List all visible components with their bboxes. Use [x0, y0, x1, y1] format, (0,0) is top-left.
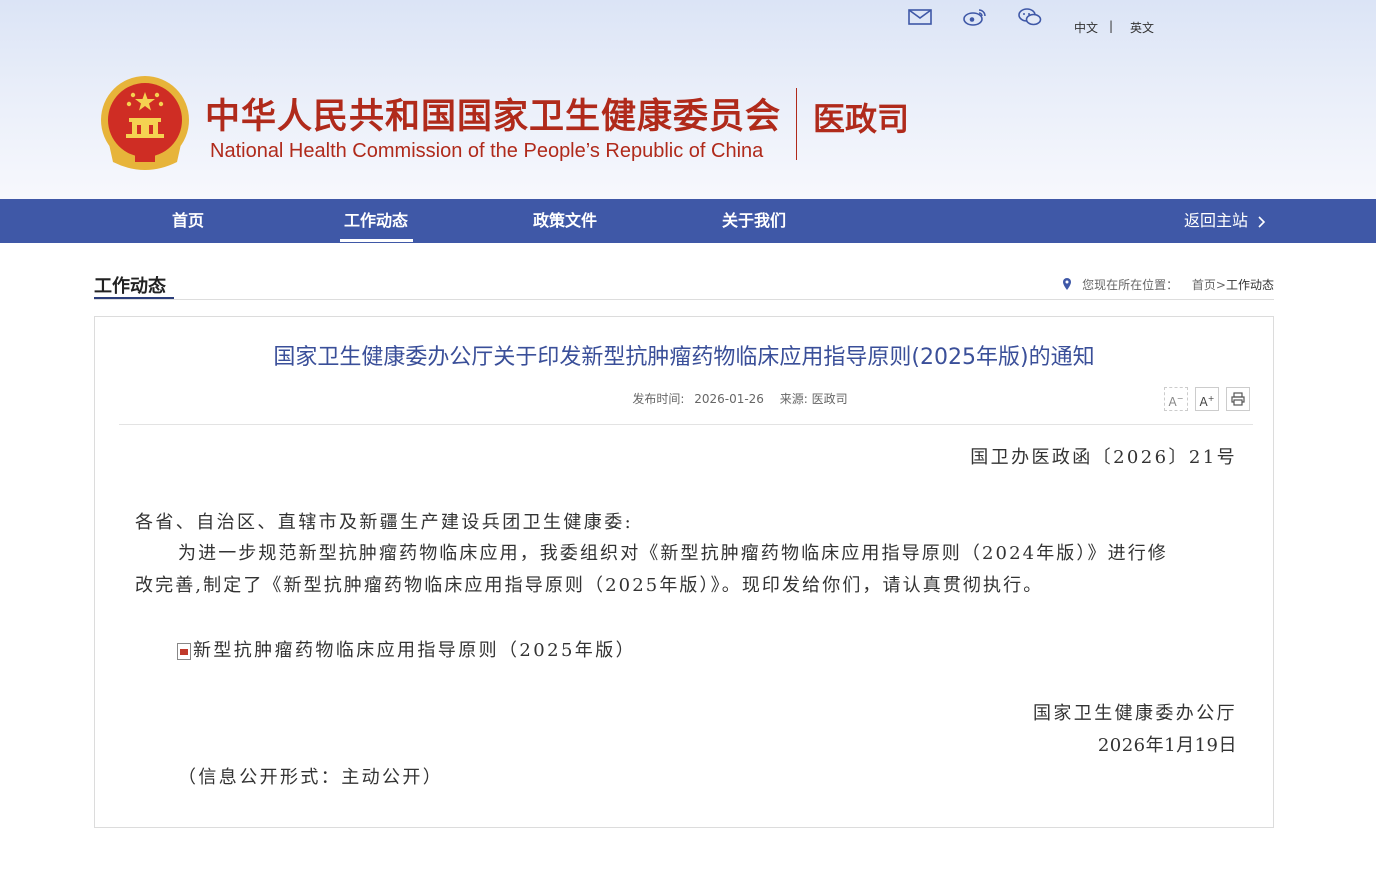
mail-icon[interactable]: [908, 8, 932, 30]
print-icon[interactable]: [1226, 387, 1250, 411]
lang-english-link[interactable]: 英文: [1130, 19, 1154, 36]
publish-date: 2026-01-26: [694, 392, 764, 406]
national-emblem-icon[interactable]: [99, 74, 191, 174]
attachment-link[interactable]: 新型抗肿瘤药物临床应用指导原则（2025年版）: [177, 636, 636, 662]
top-links: 中文 | 英文: [0, 8, 1376, 35]
nav-item-work-news[interactable]: 工作动态: [328, 199, 424, 243]
main-nav: 首页 工作动态 政策文件 关于我们 返回主站: [0, 199, 1376, 243]
document-number: 国卫办医政函〔2026〕21号: [970, 447, 1237, 468]
department-name: 医政司: [813, 100, 910, 138]
pdf-file-icon: [177, 642, 191, 660]
body-paragraph-line-2: 改完善,制定了《新型抗肿瘤药物临床应用指导原则（2025年版）》。现印发给你们，…: [135, 575, 1044, 596]
signing-date: 2026年1月19日: [1097, 735, 1237, 756]
breadcrumb-prefix: 您现在所在位置：: [1082, 278, 1179, 292]
site-title-english: National Health Commission of the People…: [210, 140, 764, 162]
source-value: 医政司: [811, 392, 848, 406]
signing-office: 国家卫生健康委办公厅: [1033, 703, 1237, 724]
breadcrumb: 您现在所在位置： 首页>工作动态: [1062, 276, 1274, 293]
disclosure-form: （信息公开形式：主动公开）: [178, 767, 444, 788]
back-to-main-site-link[interactable]: 返回主站: [1184, 199, 1267, 243]
section-header: 工作动态 您现在所在位置： 首页>工作动态: [94, 268, 1274, 300]
site-title-chinese: 中华人民共和国国家卫生健康委员会: [205, 97, 782, 137]
title-divider: [119, 424, 1253, 425]
font-decrease-icon[interactable]: A−: [1164, 387, 1188, 411]
source-label: 来源:: [779, 392, 808, 406]
font-increase-icon[interactable]: A+: [1195, 387, 1219, 411]
breadcrumb-current[interactable]: 工作动态: [1226, 278, 1274, 292]
breadcrumb-home-link[interactable]: 首页: [1192, 278, 1216, 292]
nav-item-home[interactable]: 首页: [140, 199, 236, 243]
article-card: 国家卫生健康委办公厅关于印发新型抗肿瘤药物临床应用指导原则(2025年版)的通知…: [94, 316, 1274, 828]
wechat-icon[interactable]: [1018, 8, 1042, 30]
chevron-right-icon: [1258, 215, 1266, 228]
nav-item-about-us[interactable]: 关于我们: [706, 199, 802, 243]
publish-time-label: 发布时间:: [632, 392, 685, 406]
attachment-label: 新型抗肿瘤药物临床应用指导原则（2025年版）: [193, 640, 637, 661]
back-to-main-site-label: 返回主站: [1184, 211, 1249, 230]
breadcrumb-separator: >: [1215, 278, 1226, 292]
article-title: 国家卫生健康委办公厅关于印发新型抗肿瘤药物临床应用指导原则(2025年版)的通知: [273, 345, 1095, 370]
location-pin-icon: [1063, 278, 1072, 290]
section-title: 工作动态: [94, 276, 166, 297]
header-divider: [796, 88, 797, 160]
body-paragraph-line-1: 为进一步规范新型抗肿瘤药物临床应用，我委组织对《新型抗肿瘤药物临床应用指导原则（…: [178, 543, 1168, 564]
nav-active-indicator: [340, 239, 413, 242]
lang-chinese-link[interactable]: 中文: [1074, 19, 1098, 36]
weibo-icon[interactable]: [963, 8, 987, 30]
section-title-underline: [94, 297, 174, 299]
salutation: 各省、自治区、直辖市及新疆生产建设兵团卫生健康委:: [135, 512, 634, 533]
lang-separator: |: [1109, 19, 1114, 33]
nav-item-policy-documents[interactable]: 政策文件: [517, 199, 613, 243]
site-header: 中文 | 英文 中华人民共和国国家卫生健康委员会 National Health…: [0, 0, 1376, 199]
